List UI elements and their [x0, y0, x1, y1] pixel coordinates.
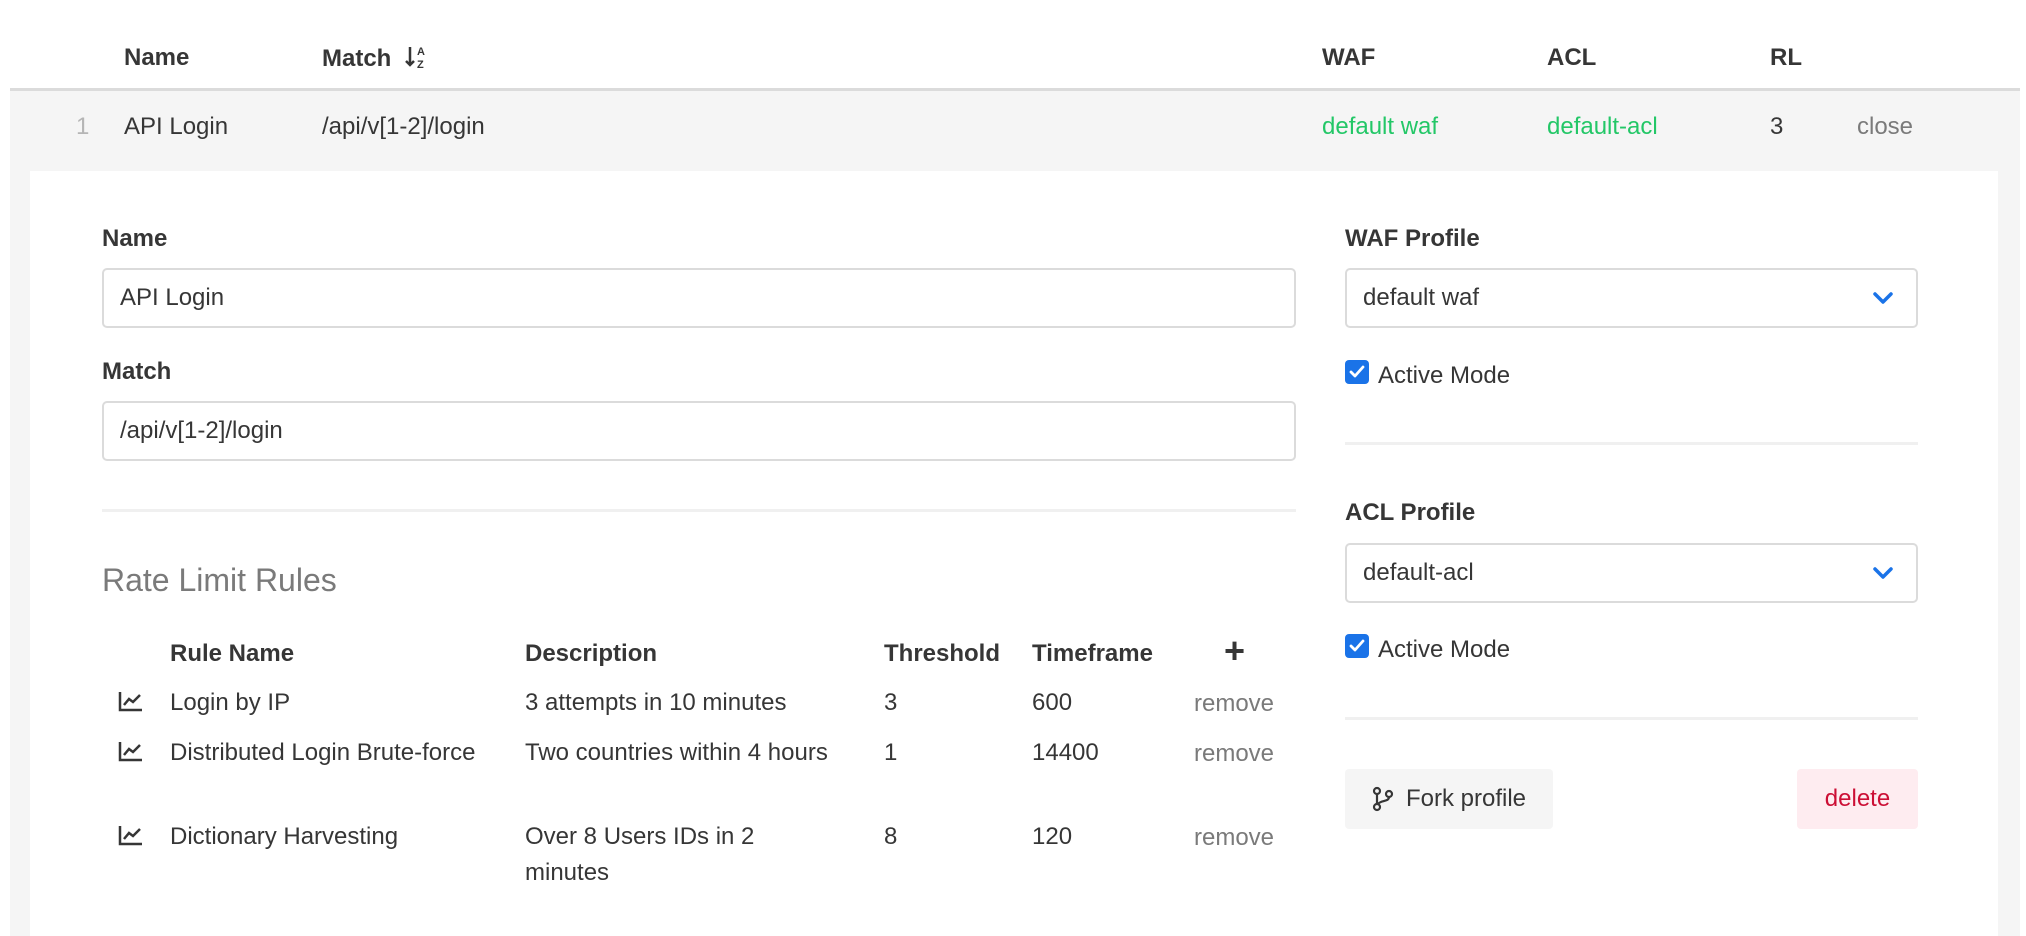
chart-line-icon[interactable]	[118, 824, 144, 846]
waf-active-mode-checkbox[interactable]	[1345, 360, 1369, 384]
rule-timeframe: 600	[1032, 689, 1073, 716]
rules-header-rule-name: Rule Name	[170, 640, 295, 667]
table-header: Name Match A Z WAF ACL RL	[10, 0, 2020, 91]
rule-name: Distributed Login Brute-force	[170, 739, 476, 766]
delete-label: delete	[1824, 785, 1891, 812]
divider	[1345, 442, 1918, 445]
rules-header-threshold: Threshold	[884, 640, 1001, 667]
rule-timeframe: 120	[1032, 823, 1073, 850]
fork-profile-button[interactable]: Fork profile	[1345, 769, 1553, 829]
column-header-match[interactable]: Match A Z	[322, 44, 428, 73]
row-acl-link[interactable]: default-acl	[1547, 113, 1658, 141]
add-rule-button[interactable]: +	[1224, 633, 1245, 669]
match-input[interactable]: /api/v[1-2]/login	[102, 401, 1296, 461]
row-index: 1	[76, 113, 90, 140]
row-rl: 3	[1770, 113, 1784, 140]
row-match: /api/v[1-2]/login	[322, 113, 485, 140]
rule-threshold: 8	[884, 823, 898, 850]
chart-line-icon[interactable]	[118, 740, 144, 762]
chevron-down-icon	[1873, 292, 1893, 304]
rules-header-timeframe: Timeframe	[1032, 640, 1153, 667]
row-name: API Login	[124, 113, 229, 140]
match-label: Match	[102, 358, 172, 385]
rule-threshold: 1	[884, 739, 898, 766]
column-header-waf[interactable]: WAF	[1322, 44, 1375, 72]
waf-profile-label: WAF Profile	[1345, 225, 1480, 252]
acl-profile-label: ACL Profile	[1345, 499, 1476, 526]
waf-profile-select[interactable]: default waf	[1345, 268, 1918, 328]
name-label: Name	[102, 225, 168, 252]
waf-active-mode-label[interactable]: Active Mode	[1378, 362, 1510, 390]
column-header-name[interactable]: Name	[124, 44, 189, 72]
close-button[interactable]: close	[1857, 113, 1913, 141]
rule-threshold: 3	[884, 689, 898, 716]
page: Name Match A Z WAF ACL RL 1 API Login /a…	[0, 0, 2026, 936]
match-input-value: /api/v[1-2]/login	[120, 417, 283, 444]
name-input-value: API Login	[120, 284, 225, 311]
row-waf-link[interactable]: default waf	[1322, 113, 1438, 141]
column-header-rl[interactable]: RL	[1770, 44, 1802, 72]
rule-description: Over 8 Users IDs in 2 minutes	[525, 823, 755, 886]
rules-header-description: Description	[525, 640, 658, 667]
remove-rule-button[interactable]: remove	[1194, 740, 1274, 768]
name-input[interactable]: API Login	[102, 268, 1296, 328]
chevron-down-icon	[1873, 567, 1893, 579]
table-row[interactable]: 1 API Login /api/v[1-2]/login default wa…	[10, 91, 2020, 171]
plus-icon: +	[1224, 630, 1246, 671]
column-header-acl[interactable]: ACL	[1547, 44, 1596, 72]
code-branch-icon	[1372, 786, 1394, 812]
acl-active-mode-checkbox[interactable]	[1345, 634, 1369, 658]
checkmark-icon	[1349, 365, 1365, 378]
delete-button[interactable]: delete	[1797, 769, 1918, 829]
svg-text:A: A	[417, 46, 425, 58]
rate-limit-title: Rate Limit Rules	[102, 562, 337, 598]
rule-description: 3 attempts in 10 minutes	[525, 689, 787, 716]
rule-name: Login by IP	[170, 689, 291, 716]
remove-rule-button[interactable]: remove	[1194, 824, 1274, 852]
divider	[1345, 717, 1918, 720]
chart-line-icon[interactable]	[118, 690, 144, 712]
fork-profile-label: Fork profile	[1405, 785, 1527, 812]
rule-timeframe: 14400	[1032, 739, 1099, 766]
svg-text:Z: Z	[417, 59, 424, 70]
sort-alpha-down-icon[interactable]: A Z	[404, 46, 428, 71]
acl-active-mode-label[interactable]: Active Mode	[1378, 636, 1510, 664]
divider	[102, 509, 1296, 512]
checkmark-icon	[1349, 639, 1365, 652]
waf-profile-value: default waf	[1363, 284, 1480, 311]
rule-name: Dictionary Harvesting	[170, 823, 399, 850]
rule-description: Two countries within 4 hours	[525, 739, 828, 766]
acl-profile-select[interactable]: default-acl	[1345, 543, 1918, 603]
acl-profile-value: default-acl	[1363, 559, 1474, 586]
remove-rule-button[interactable]: remove	[1194, 690, 1274, 718]
